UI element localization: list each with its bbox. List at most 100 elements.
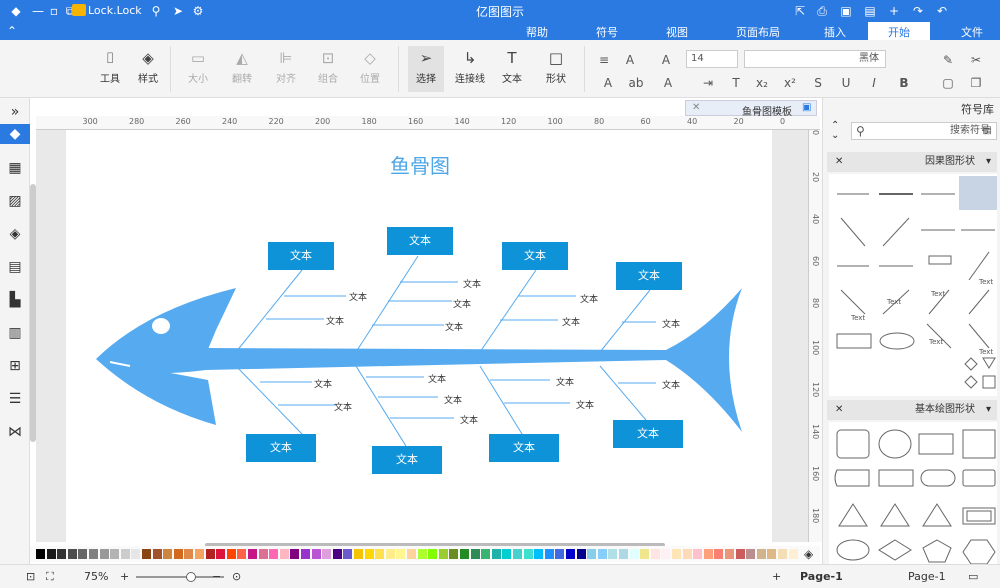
open-icon[interactable]: ▤	[862, 3, 878, 19]
menu-home[interactable]: 开始	[868, 22, 930, 40]
cause-box[interactable]: 文本	[372, 446, 442, 474]
color-swatch[interactable]	[619, 549, 628, 559]
shape-triangle-thumb[interactable]	[982, 357, 996, 369]
document-tab[interactable]: ✕ 鱼骨图模板 ▣	[685, 100, 817, 118]
cause-box[interactable]: 文本	[246, 434, 316, 462]
copy-icon[interactable]: ❐	[968, 75, 984, 91]
color-swatch[interactable]	[650, 549, 660, 559]
color-swatch[interactable]	[523, 549, 533, 559]
mindmap-icon[interactable]: ⋈	[5, 422, 25, 442]
zoom-slider-handle[interactable]	[186, 572, 196, 582]
sub-cause-label[interactable]: 文本	[556, 375, 574, 388]
shape-square-thumb[interactable]	[962, 429, 996, 459]
color-swatch[interactable]	[470, 549, 480, 559]
shape-rectangle-thumb[interactable]	[918, 433, 954, 455]
color-swatch[interactable]	[322, 549, 332, 559]
color-swatch[interactable]	[173, 549, 183, 559]
color-swatch[interactable]	[661, 549, 671, 559]
shape-tab-thumb[interactable]	[834, 469, 870, 487]
sub-cause-label[interactable]: 文本	[326, 314, 344, 327]
color-swatch[interactable]	[279, 549, 289, 559]
cut-icon[interactable]: ✂	[968, 52, 984, 68]
shape-ellipse-thumb[interactable]	[879, 332, 915, 350]
section-toggle-icon[interactable]: ▾	[986, 400, 991, 420]
color-swatch[interactable]	[438, 549, 448, 559]
layout-icon[interactable]: ▦	[5, 158, 25, 178]
color-swatch[interactable]	[216, 549, 226, 559]
color-swatch[interactable]	[481, 549, 491, 559]
shape-bone-thumb[interactable]	[840, 289, 866, 315]
color-swatch[interactable]	[608, 549, 618, 559]
page-tab[interactable]: Page-1	[908, 570, 946, 583]
palette-fill-icon[interactable]: ◈	[804, 547, 813, 561]
color-swatch[interactable]	[142, 549, 151, 559]
color-swatch[interactable]	[566, 549, 575, 559]
color-swatch[interactable]	[640, 549, 650, 559]
menu-view[interactable]: 视图	[660, 24, 694, 40]
color-swatch[interactable]	[120, 549, 130, 559]
org-icon[interactable]: ⊞	[5, 356, 25, 376]
table-icon[interactable]: ▥	[5, 323, 25, 343]
shape-circle-thumb[interactable]	[878, 429, 912, 459]
sub-cause-label[interactable]: 文本	[576, 398, 594, 411]
color-swatch[interactable]	[767, 549, 777, 559]
connector-button[interactable]: ↳ 连接线	[452, 46, 488, 92]
play-icon[interactable]: ⊙	[232, 570, 241, 583]
color-swatch[interactable]	[513, 549, 522, 559]
subscript-icon[interactable]: x₂	[754, 75, 770, 91]
tool-button[interactable]: ⌷ 工具	[92, 46, 128, 92]
shape-rectangle-thumb[interactable]	[878, 469, 914, 487]
format-painter-icon[interactable]: ✎	[940, 52, 956, 68]
fill-icon[interactable]: ◆	[0, 124, 30, 144]
section-header-basic-shapes[interactable]: ✕ 基本绘图形状 ▾	[827, 400, 997, 420]
menu-page-layout[interactable]: 页面布局	[730, 24, 786, 40]
underline-icon[interactable]: U	[838, 75, 854, 91]
menu-help[interactable]: 帮助	[520, 24, 554, 40]
shape-rounded-thumb[interactable]	[920, 469, 956, 487]
fishbone-diagram[interactable]	[66, 130, 772, 542]
group-button[interactable]: ⊡ 组合	[310, 46, 346, 92]
color-swatch[interactable]	[237, 549, 247, 559]
shape-rounded-rect-thumb[interactable]	[836, 429, 870, 459]
color-swatch[interactable]	[248, 549, 257, 559]
chart-icon[interactable]: ▙	[5, 290, 25, 310]
color-swatch[interactable]	[89, 549, 98, 559]
color-swatch[interactable]	[110, 549, 120, 559]
cause-box[interactable]: 文本	[616, 262, 682, 290]
symbol-search-input[interactable]: ⚲ 搜索符号 ▤	[851, 122, 997, 140]
color-swatch[interactable]	[67, 549, 77, 559]
color-swatch[interactable]	[78, 549, 88, 559]
italic-icon[interactable]: I	[866, 75, 882, 91]
zoom-out-icon[interactable]: −	[212, 570, 221, 583]
color-swatch[interactable]	[756, 549, 766, 559]
sub-cause-label[interactable]: 文本	[445, 320, 463, 333]
fit-page-icon[interactable]: ⊡	[26, 570, 35, 583]
case-icon[interactable]: ab	[628, 75, 644, 91]
color-swatch[interactable]	[152, 549, 162, 559]
color-swatch[interactable]	[587, 549, 597, 559]
color-swatch[interactable]	[428, 549, 438, 559]
export-icon[interactable]: ⇱	[792, 3, 808, 19]
color-swatch[interactable]	[534, 549, 544, 559]
page-view-icon[interactable]: ▭	[968, 570, 978, 583]
color-swatch[interactable]	[184, 549, 194, 559]
color-swatch[interactable]	[693, 549, 703, 559]
cause-box[interactable]: 文本	[387, 227, 453, 255]
indent-icon[interactable]: ⇥	[700, 75, 716, 91]
color-swatch[interactable]	[396, 549, 406, 559]
color-swatch[interactable]	[375, 549, 385, 559]
color-swatch[interactable]	[672, 549, 681, 559]
text-format-icon[interactable]: T	[728, 75, 744, 91]
menu-file[interactable]: 文件	[955, 24, 989, 40]
shape-text-thumb[interactable]: Text	[930, 290, 945, 298]
shape-text-thumb[interactable]: Text	[928, 338, 943, 346]
shape-rect-thumb[interactable]	[836, 333, 872, 349]
color-swatch[interactable]	[332, 549, 342, 559]
color-swatch[interactable]	[163, 549, 173, 559]
sub-cause-label[interactable]: 文本	[562, 315, 580, 328]
color-swatch[interactable]	[343, 549, 353, 559]
sub-cause-label[interactable]: 文本	[580, 292, 598, 305]
color-swatch[interactable]	[491, 549, 501, 559]
sub-cause-label[interactable]: 文本	[460, 413, 478, 426]
color-swatch[interactable]	[788, 549, 798, 559]
